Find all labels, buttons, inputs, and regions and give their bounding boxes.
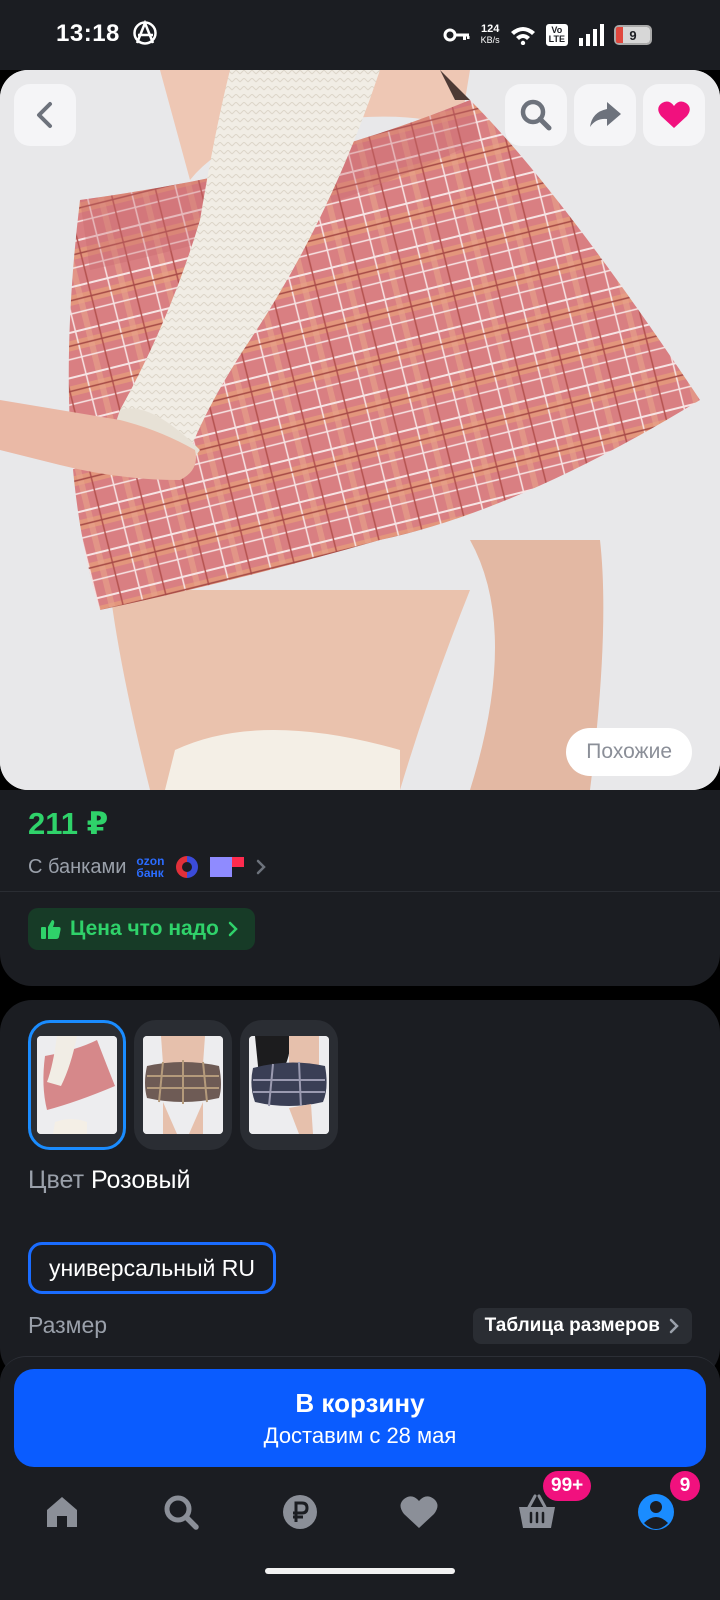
chevron-right-icon [669,1318,679,1334]
color-label: Цвет Розовый [28,1166,191,1194]
profile-badge: 9 [670,1471,700,1501]
search-button[interactable] [505,84,567,146]
thumb-image [37,1036,117,1134]
status-bar: 13:18 124 KB/s Vo LTE 9 [0,0,720,70]
product-photo [0,70,720,790]
similar-button[interactable]: Похожие [566,728,692,776]
banks-label: С банками [28,855,127,878]
signal-icon [579,24,604,46]
bottom-panel: В корзину Доставим с 28 мая 99+ 9 [0,1356,720,1600]
chevron-right-icon [228,921,238,937]
volte-icon: Vo LTE [545,24,568,46]
ruble-icon [283,1495,317,1529]
cart-button-title: В корзину [295,1387,425,1418]
wifi-icon [510,27,535,45]
size-label: Размер [28,1312,108,1338]
vpn-key-icon [443,28,470,42]
status-icons: 124 KB/s Vo LTE 9 [443,20,652,50]
back-button[interactable] [14,84,76,146]
promo-chip[interactable]: Цена что надо [28,908,255,950]
heart-icon [658,101,690,128]
add-to-cart-button[interactable]: В корзину Доставим с 28 мая [14,1369,706,1467]
profile-icon [638,1494,674,1530]
bank-offers-row[interactable]: С банками ozon банк [28,854,268,880]
product-image[interactable]: Похожие [0,70,720,790]
share-button[interactable] [574,84,636,146]
search-icon [164,1495,199,1530]
status-time: 13:18 [56,20,120,47]
color-thumb-pink[interactable] [28,1020,126,1150]
divider [0,891,720,892]
nav-search[interactable] [156,1487,206,1537]
variants-card: Цвет Розовый универсальный RU Размер Таб… [0,1000,720,1380]
bottom-nav: 99+ 9 [0,1471,720,1557]
share-icon [590,102,621,127]
color-thumb-navy[interactable] [240,1020,338,1150]
thumbs-up-icon [41,920,61,939]
chevron-right-icon [257,859,267,875]
size-table-button[interactable]: Таблица размеров [472,1308,692,1344]
nav-favorites[interactable] [394,1487,444,1537]
favorite-button[interactable] [643,84,705,146]
home-indicator[interactable] [265,1568,455,1574]
back-icon [37,102,52,128]
ozon-bank-logo: ozon банк [136,854,165,880]
price: 211 ₽ [28,806,109,841]
promo-label: Цена что надо [70,917,219,940]
heart-icon [400,1496,438,1528]
home-icon [47,1497,77,1527]
color-value: Розовый [90,1166,191,1194]
bank-logo-2-icon [210,857,245,877]
nav-home[interactable] [37,1487,87,1537]
battery-icon: 9 [614,25,652,45]
anarchy-icon [133,20,157,45]
thumb-image [143,1036,223,1134]
color-thumb-brown[interactable] [134,1020,232,1150]
cart-button-subtitle: Доставим с 28 мая [263,1422,457,1448]
nav-finance[interactable] [275,1487,325,1537]
bank-logo-icon [176,856,199,878]
thumb-image [249,1036,329,1134]
price-card: 211 ₽ С банками ozon банк Цена что надо [0,790,720,986]
size-option-chip[interactable]: универсальный RU [28,1242,276,1294]
search-icon [520,99,552,131]
net-speed: 124 KB/s [480,23,500,46]
cart-badge: 99+ [543,1471,592,1501]
